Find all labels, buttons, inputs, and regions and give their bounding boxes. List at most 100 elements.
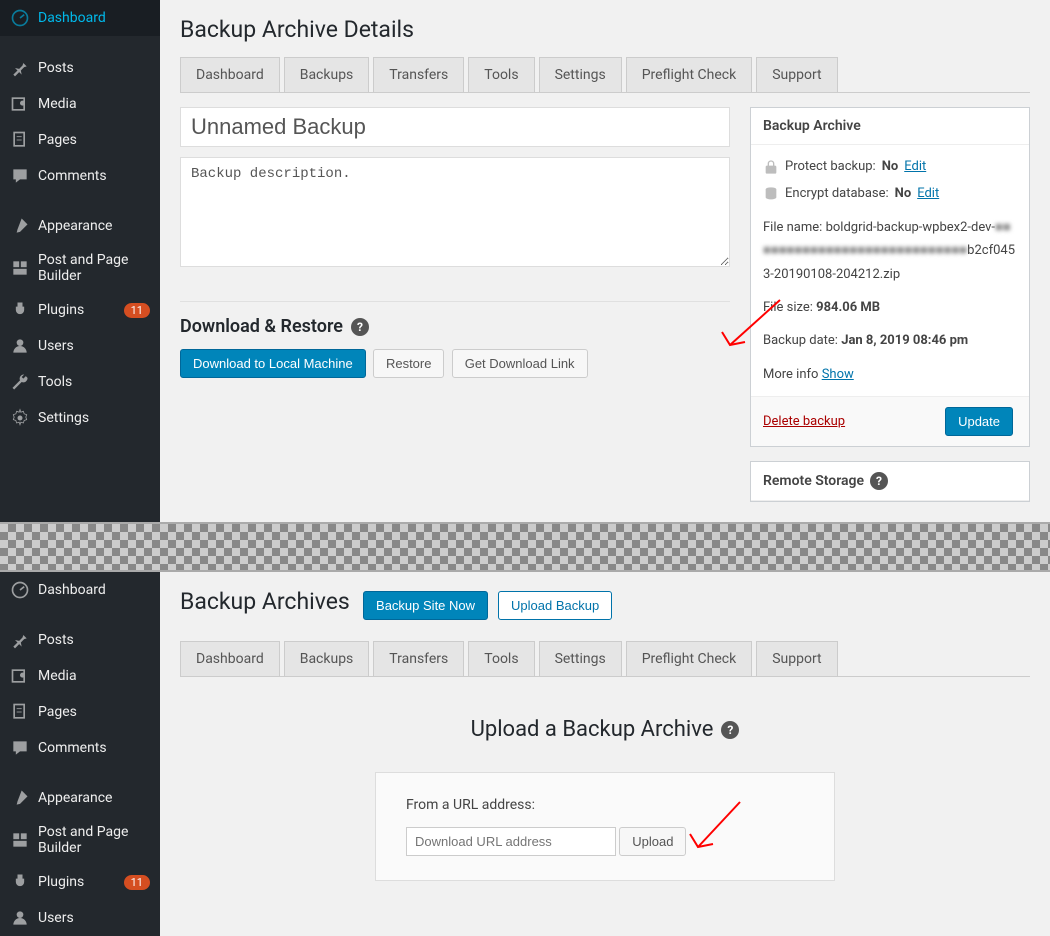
plug-icon (10, 872, 30, 892)
sidebar-item-label: Settings (38, 410, 150, 426)
tabs: DashboardBackupsTransfersToolsSettingsPr… (180, 641, 1030, 677)
comment-icon (10, 166, 30, 186)
tab-tools[interactable]: Tools (468, 641, 534, 676)
media-icon (10, 666, 30, 686)
tab-backups[interactable]: Backups (284, 641, 370, 676)
from-url-label: From a URL address: (406, 797, 804, 813)
screenshot-divider (0, 522, 1050, 572)
download-local-button[interactable]: Download to Local Machine (180, 349, 366, 378)
sidebar-item-label: Pages (38, 132, 150, 148)
tab-backups[interactable]: Backups (284, 57, 370, 92)
sidebar-item-users[interactable]: Users (0, 900, 160, 936)
upload-archive-heading: Upload a Backup Archive ? (180, 717, 1030, 742)
user-icon (10, 336, 30, 356)
sidebar-item-media[interactable]: Media (0, 658, 160, 694)
sidebar-item-posts[interactable]: Posts (0, 622, 160, 658)
backup-title-input[interactable] (180, 107, 730, 147)
tabs: DashboardBackupsTransfersToolsSettingsPr… (180, 57, 1030, 93)
sidebar-item-posts[interactable]: Posts (0, 50, 160, 86)
sidebar-item-label: Dashboard (38, 10, 150, 26)
brush-icon (10, 788, 30, 808)
update-button[interactable]: Update (945, 407, 1013, 436)
sidebar-item-pages[interactable]: Pages (0, 694, 160, 730)
sidebar-item-dashboard[interactable]: Dashboard (0, 572, 160, 608)
backup-archive-box: Backup Archive Protect backup: No Edit E… (750, 107, 1030, 447)
tab-dashboard[interactable]: Dashboard (180, 57, 280, 92)
sidebar-item-label: Post and Page Builder (38, 824, 150, 856)
wrench-icon (10, 372, 30, 392)
builder-icon (10, 830, 30, 850)
delete-backup-link[interactable]: Delete backup (763, 414, 845, 429)
update-badge: 11 (124, 875, 150, 890)
panel-backup-details: Dashboard Posts Media Pages Comments Appearan… (0, 0, 1050, 522)
user-icon (10, 908, 30, 928)
show-link[interactable]: Show (822, 367, 854, 382)
tab-support[interactable]: Support (756, 641, 837, 676)
sidebar-item-label: Posts (38, 60, 150, 76)
sidebar-item-plugins[interactable]: Plugins11 (0, 864, 160, 900)
pin-icon (10, 630, 30, 650)
remote-storage-header: Remote Storage ? (751, 462, 1029, 501)
tab-preflight-check[interactable]: Preflight Check (626, 57, 753, 92)
builder-icon (10, 258, 30, 278)
backup-desc-input[interactable]: Backup description. (180, 157, 730, 267)
upload-backup-button[interactable]: Upload Backup (498, 591, 612, 620)
sidebar-item-media[interactable]: Media (0, 86, 160, 122)
download-restore-heading: Download & Restore ? (180, 316, 730, 337)
sidebar-item-label: Appearance (38, 218, 150, 234)
sidebar-item-label: Media (38, 668, 150, 684)
edit-protect-link[interactable]: Edit (904, 155, 926, 178)
sidebar-item-settings[interactable]: Settings (0, 400, 160, 436)
sidebar-item-plugins[interactable]: Plugins 11 (0, 292, 160, 328)
media-icon (10, 94, 30, 114)
sidebar-item-label: Post and Page Builder (38, 252, 150, 284)
sidebar-item-label: Dashboard (38, 582, 150, 598)
sidebar-item-appearance[interactable]: Appearance (0, 208, 160, 244)
sidebar-item-comments[interactable]: Comments (0, 158, 160, 194)
lock-icon (763, 159, 779, 175)
sidebar-item-tools[interactable]: Tools (0, 364, 160, 400)
page-title: Backup Archives (180, 588, 350, 615)
update-badge: 11 (124, 303, 150, 318)
panel-backup-archives: Dashboard Posts Media Pages Comments Appearan… (0, 572, 1050, 936)
wp-sidebar: Dashboard Posts Media Pages Comments Appearan… (0, 0, 160, 522)
sidebar-item-label: Comments (38, 740, 150, 756)
sidebar-item-users[interactable]: Users (0, 328, 160, 364)
sidebar-item-post-and-page-builder[interactable]: Post and Page Builder (0, 244, 160, 292)
sidebar-item-label: Appearance (38, 790, 150, 806)
upload-button[interactable]: Upload (619, 827, 686, 856)
sidebar-item-post-and-page-builder[interactable]: Post and Page Builder (0, 816, 160, 864)
tab-transfers[interactable]: Transfers (373, 641, 464, 676)
tab-preflight-check[interactable]: Preflight Check (626, 641, 753, 676)
tab-tools[interactable]: Tools (468, 57, 534, 92)
download-url-input[interactable] (406, 827, 616, 856)
get-download-link-button[interactable]: Get Download Link (452, 349, 588, 378)
remote-storage-box: Remote Storage ? (750, 461, 1030, 502)
restore-button[interactable]: Restore (373, 349, 445, 378)
content-area: Backup Archives Backup Site Now Upload B… (160, 572, 1050, 936)
upload-box: From a URL address: Upload (375, 772, 835, 881)
tab-transfers[interactable]: Transfers (373, 57, 464, 92)
tab-support[interactable]: Support (756, 57, 837, 92)
page-icon (10, 130, 30, 150)
edit-encrypt-link[interactable]: Edit (917, 182, 939, 205)
tab-dashboard[interactable]: Dashboard (180, 641, 280, 676)
sidebar-item-comments[interactable]: Comments (0, 730, 160, 766)
help-icon[interactable]: ? (351, 318, 369, 336)
dashboard-icon (10, 8, 30, 28)
sidebar-item-label: Posts (38, 632, 150, 648)
help-icon[interactable]: ? (721, 721, 739, 739)
tab-settings[interactable]: Settings (539, 57, 622, 92)
tab-settings[interactable]: Settings (539, 641, 622, 676)
dashboard-icon (10, 580, 30, 600)
backup-site-now-button[interactable]: Backup Site Now (363, 591, 488, 620)
sidebar-item-pages[interactable]: Pages (0, 122, 160, 158)
database-icon (763, 186, 779, 202)
help-icon[interactable]: ? (870, 472, 888, 490)
comment-icon (10, 738, 30, 758)
sidebar-item-appearance[interactable]: Appearance (0, 780, 160, 816)
sidebar-item-label: Comments (38, 168, 150, 184)
sidebar-item-dashboard[interactable]: Dashboard (0, 0, 160, 36)
brush-icon (10, 216, 30, 236)
sidebar-item-label: Plugins (38, 302, 120, 318)
